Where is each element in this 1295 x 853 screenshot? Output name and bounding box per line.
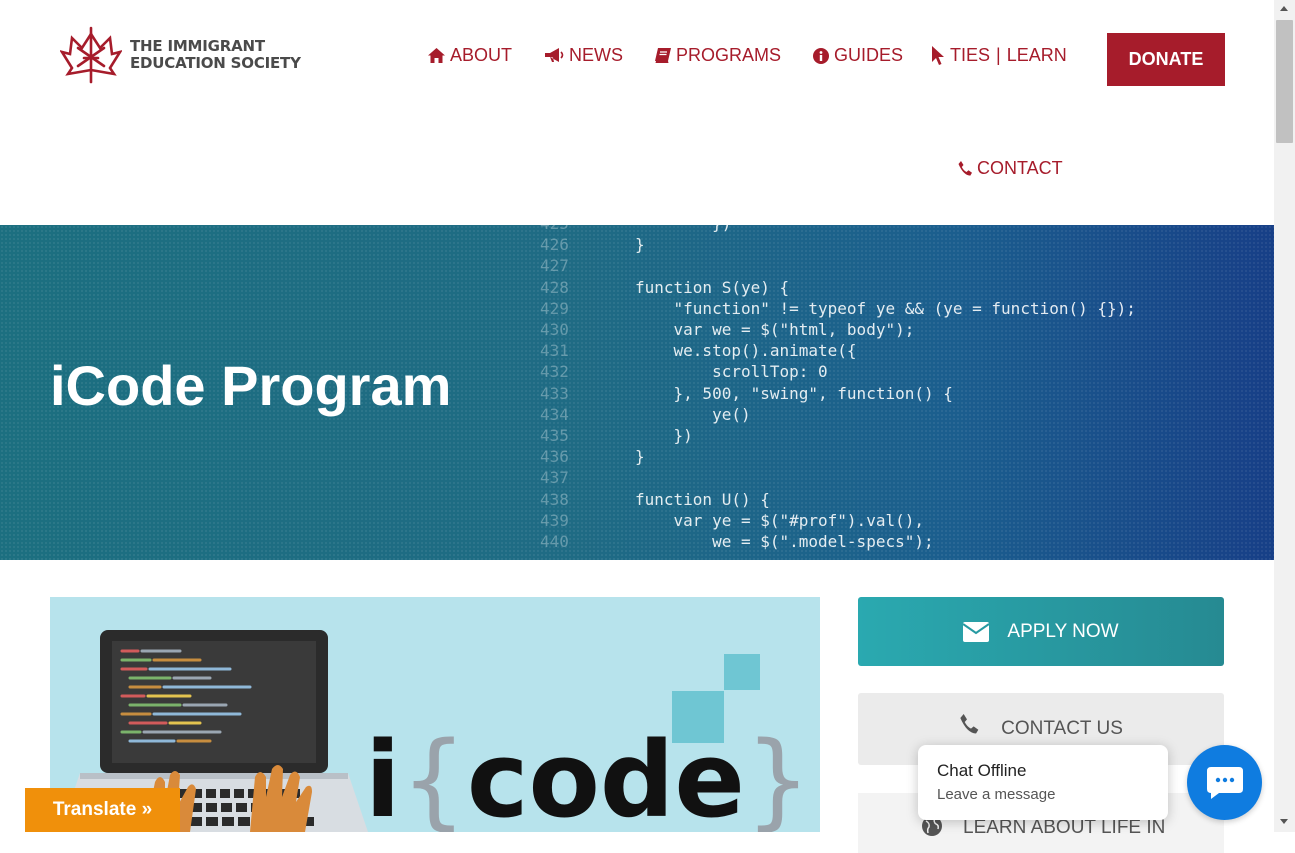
code-line-text: we.stop().animate({: [635, 341, 857, 361]
code-line-number: 429: [540, 298, 569, 318]
code-line-number: 438: [540, 489, 569, 509]
code-line-number: 432: [540, 362, 569, 382]
page-scrollbar[interactable]: [1274, 0, 1295, 832]
code-line: 428 function S(ye) {: [540, 277, 1136, 298]
code-line-text: we = $(".model-specs");: [635, 532, 934, 552]
code-line: 433 }, 500, "swing", function() {: [540, 383, 1136, 404]
nav-guides[interactable]: GUIDES: [813, 45, 903, 66]
learn-about-life-label: LEARN ABOUT LIFE IN: [963, 817, 1166, 838]
code-line-number: 425: [540, 225, 635, 234]
code-line-text: }): [635, 225, 731, 233]
chat-offline-bubble[interactable]: Chat Offline Leave a message: [918, 745, 1168, 820]
nav-contact[interactable]: CONTACT: [958, 158, 1063, 179]
site-logo[interactable]: THE IMMIGRANT EDUCATION SOCIETY: [60, 24, 301, 86]
code-line: 436}: [540, 446, 1136, 467]
info-circle-icon: [813, 47, 829, 64]
scroll-up-arrow-icon[interactable]: [1280, 6, 1288, 11]
chat-title: Chat Offline: [937, 761, 1027, 780]
nav-programs-label: PROGRAMS: [676, 45, 782, 65]
logo-line-2: EDUCATION SOCIETY: [130, 54, 301, 72]
icode-logo: i{code}: [365, 715, 811, 832]
code-line: 432 scrollTop: 0: [540, 361, 1136, 382]
contact-us-label: CONTACT US: [1001, 718, 1123, 739]
code-line: 438 function U() {: [540, 489, 1136, 510]
code-line-text: function S(ye) {: [635, 277, 790, 297]
hero-banner: 425 })426}427428function S(ye) {429 "fun…: [0, 225, 1274, 560]
apply-now-button[interactable]: APPLY NOW: [858, 597, 1224, 666]
maple-leaf-logo-icon: [60, 26, 122, 84]
code-line-number: 433: [540, 383, 569, 403]
code-line-text: var we = $("html, body");: [635, 320, 915, 340]
donate-button[interactable]: DONATE: [1107, 33, 1225, 86]
chat-subtitle: Leave a message: [937, 786, 1056, 803]
code-line-text: scrollTop: 0: [635, 362, 828, 382]
nav-guides-label: GUIDES: [834, 45, 904, 65]
code-line-number: 426: [540, 235, 569, 255]
code-line: 429 "function" != typeof ye && (ye = fun…: [540, 298, 1136, 319]
code-line: 440 we = $(".model-specs");: [540, 531, 1136, 552]
code-line: 439 var ye = $("#prof").val(),: [540, 510, 1136, 531]
code-line: 434 ye(): [540, 404, 1136, 425]
code-line-text: }, 500, "swing", function() {: [635, 383, 953, 403]
code-line-number: 436: [540, 447, 569, 467]
code-line: 435 }): [540, 425, 1136, 446]
apply-now-label: APPLY NOW: [1007, 620, 1119, 642]
nav-news-label: NEWS: [569, 45, 623, 65]
envelope-icon: [963, 621, 990, 642]
icode-logo-i: i: [365, 719, 401, 832]
nav-separator: |: [996, 45, 1001, 65]
scrollbar-thumb[interactable]: [1276, 20, 1293, 143]
code-line-text: function U() {: [635, 489, 770, 509]
code-line-text: ye(): [635, 404, 751, 424]
icode-logo-word: code: [466, 719, 745, 832]
code-line: 437: [540, 467, 1136, 488]
code-line-text: }: [635, 235, 645, 255]
nav-news[interactable]: NEWS: [545, 45, 623, 66]
translate-button[interactable]: Translate »: [25, 788, 180, 832]
icode-logo-open-brace: {: [400, 719, 467, 832]
megaphone-icon: [545, 48, 564, 62]
code-line-number: 428: [540, 277, 569, 297]
icode-logo-close-brace: }: [744, 719, 812, 832]
logo-line-1: THE IMMIGRANT: [130, 37, 265, 55]
cursor-icon: [932, 46, 944, 65]
code-line-number: 434: [540, 404, 569, 424]
code-line: 427: [540, 255, 1136, 276]
code-line-number: 431: [540, 341, 569, 361]
phone-icon: [960, 714, 979, 734]
phone-icon: [958, 161, 972, 176]
scroll-down-arrow-icon[interactable]: [1280, 819, 1288, 824]
nav-about[interactable]: ABOUT: [428, 45, 512, 66]
page-title: iCode Program: [50, 354, 452, 417]
nav-programs[interactable]: PROGRAMS: [655, 45, 781, 66]
nav-about-label: ABOUT: [450, 45, 513, 65]
code-line: 425 }): [540, 225, 1136, 234]
book-icon: [655, 48, 671, 63]
code-line-text: }: [635, 447, 645, 467]
code-line: 430 var we = $("html, body");: [540, 319, 1136, 340]
code-line-text: "function" != typeof ye && (ye = functio…: [635, 298, 1136, 318]
nav-ties-learn: TIES | LEARN: [932, 45, 1067, 66]
chat-icon: [1206, 766, 1243, 799]
code-line-number: 440: [540, 532, 569, 552]
site-header: THE IMMIGRANT EDUCATION SOCIETY ABOUT NE…: [0, 0, 1274, 225]
nav-learn-label[interactable]: LEARN: [1007, 45, 1067, 66]
code-line: 426}: [540, 234, 1136, 255]
code-line: 431 we.stop().animate({: [540, 340, 1136, 361]
nav-contact-label: CONTACT: [977, 158, 1063, 178]
home-icon: [428, 48, 445, 63]
code-line-number: 435: [540, 426, 569, 446]
code-line-number: 427: [540, 256, 569, 276]
chat-launcher-button[interactable]: [1187, 745, 1262, 820]
code-line-number: 437: [540, 468, 569, 488]
code-line-text: var ye = $("#prof").val(),: [635, 510, 924, 530]
code-background: 425 })426}427428function S(ye) {429 "fun…: [540, 225, 1136, 552]
nav-ties-label[interactable]: TIES: [950, 45, 990, 66]
code-line-text: }): [635, 426, 693, 446]
code-line-number: 430: [540, 320, 569, 340]
code-line-number: 439: [540, 510, 569, 530]
